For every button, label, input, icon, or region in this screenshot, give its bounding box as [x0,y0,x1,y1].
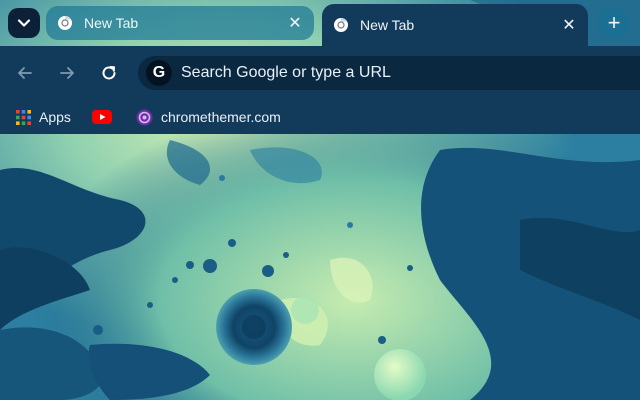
omnibox[interactable]: G [138,56,640,90]
apps-grid-icon [16,109,31,125]
tab-strip: New Tab ✕ New Tab ✕ + [0,0,640,46]
chevron-down-icon [17,19,31,27]
tab-title: New Tab [360,17,415,33]
forward-arrow-icon [60,67,74,79]
reload-icon [102,66,116,80]
bookmark-chromethemer[interactable]: chromethemer.com [136,106,281,128]
google-icon: G [146,60,172,86]
new-tab-button[interactable]: + [598,8,630,38]
bookmark-apps[interactable]: Apps [16,106,71,128]
tab-title: New Tab [84,15,139,31]
back-button[interactable] [12,60,38,86]
close-tab-icon[interactable]: ✕ [560,16,578,34]
toolbar: G [0,46,640,100]
reload-button[interactable] [96,60,122,86]
forward-button[interactable] [54,60,80,86]
chrome-icon [56,14,74,32]
youtube-icon [92,110,112,124]
bookmarks-bar: Apps chromethemer.com [0,100,640,134]
bookmark-label: chromethemer.com [161,109,281,125]
bookmark-label: Apps [39,109,71,125]
plus-icon: + [607,10,621,35]
omnibox-input[interactable] [181,64,601,82]
back-arrow-icon [18,67,32,79]
chromethemer-icon [136,109,153,126]
tab-active[interactable]: New Tab ✕ [322,4,588,46]
bookmark-youtube[interactable] [92,106,120,128]
tab-inactive[interactable]: New Tab ✕ [46,6,314,40]
tab-search-button[interactable] [8,8,40,38]
close-tab-icon[interactable]: ✕ [286,14,304,32]
chrome-icon [332,16,350,34]
